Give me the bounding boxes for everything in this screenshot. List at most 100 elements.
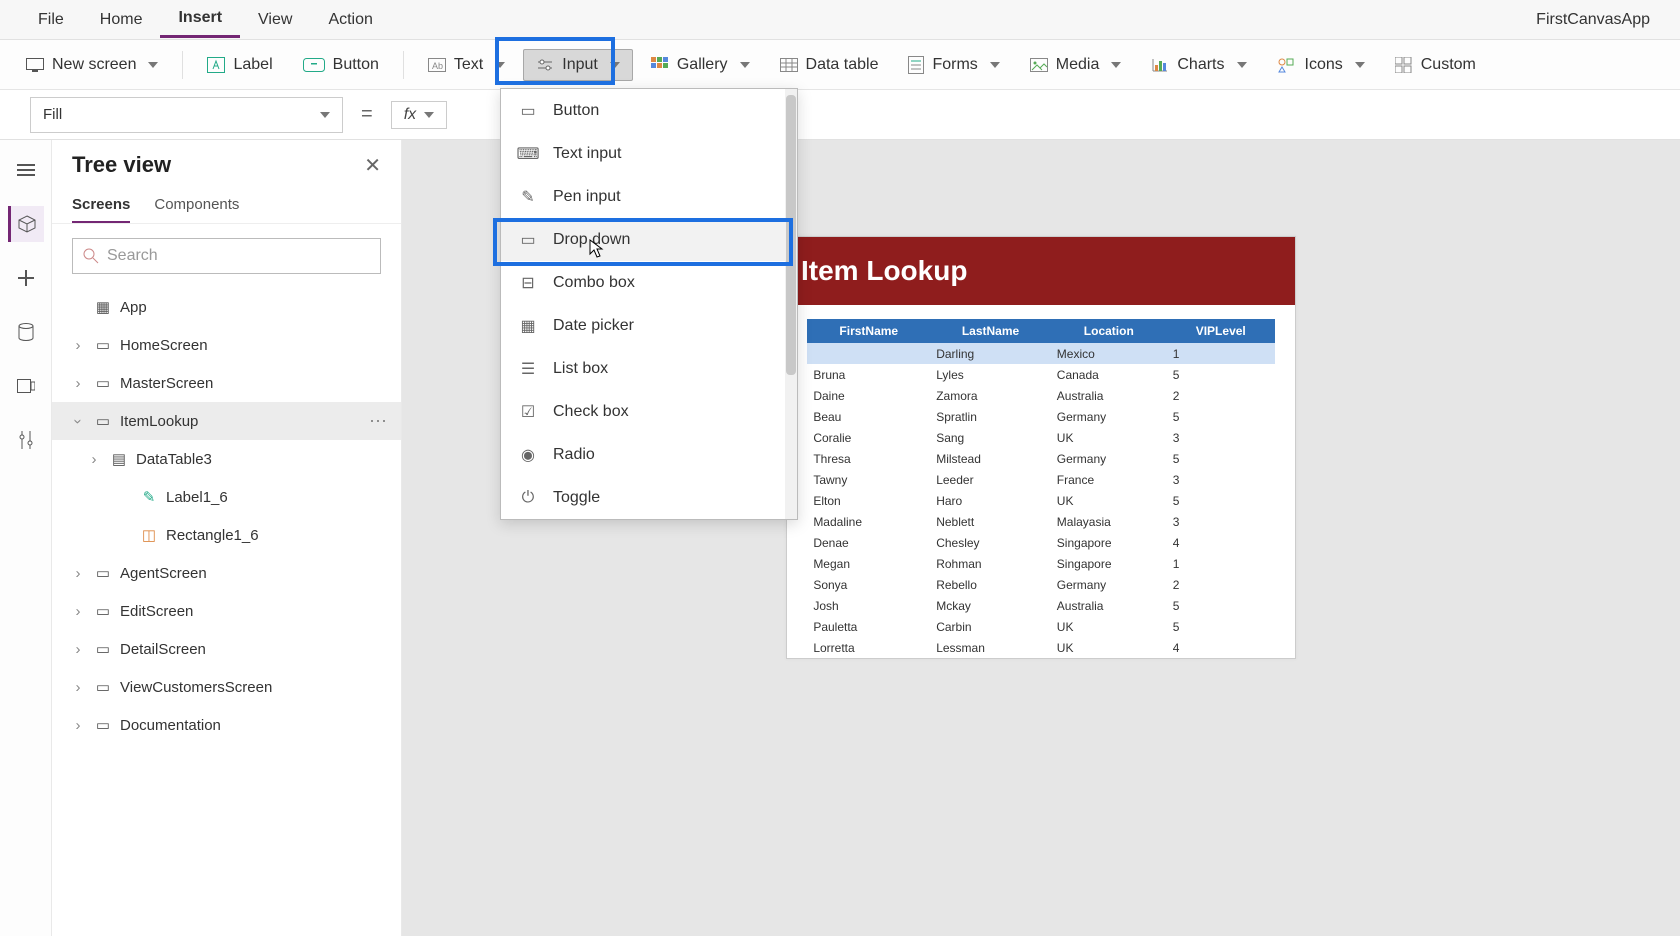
menu-home[interactable]: Home [82,3,161,37]
tree-node-datatable3[interactable]: ›▤DataTable3 [52,440,401,478]
tree-node-masterscreen[interactable]: ›▭MasterScreen [52,364,401,402]
table-cell: Madaline [807,511,930,532]
expand-icon[interactable]: › [70,717,86,734]
rail-hamburger[interactable] [8,152,44,188]
tree-list: ▦App ›▭HomeScreen ›▭MasterScreen ›▭ItemL… [52,282,401,750]
tree-node-rectangle1-6[interactable]: ◫Rectangle1_6 [52,516,401,554]
table-header[interactable]: FirstName [807,319,930,343]
dropdown-scrollbar[interactable] [785,89,797,519]
ribbon-text-label: Text [454,56,483,74]
table-cell: 3 [1167,511,1275,532]
ribbon-forms[interactable]: Forms [896,50,1011,80]
ribbon-media[interactable]: Media [1018,50,1134,80]
table-row[interactable]: DarlingMexico1 [807,343,1274,364]
ribbon: New screen Label Button Ab Text Input Ga… [0,40,1680,90]
table-row[interactable]: JoshMckayAustralia5 [807,595,1274,616]
tree-node-app[interactable]: ▦App [52,288,401,326]
more-options-button[interactable]: ⋯ [369,411,389,432]
listbox-icon: ☰ [517,359,539,379]
table-cell: UK [1051,616,1167,637]
rail-data[interactable] [8,314,44,350]
menu-item-label: Button [553,102,599,120]
expand-icon[interactable]: › [70,679,86,696]
ribbon-new-screen[interactable]: New screen [14,50,170,80]
menu-view[interactable]: View [240,3,310,37]
table-row[interactable]: SonyaRebelloGermany2 [807,574,1274,595]
ribbon-input[interactable]: Input [523,49,633,81]
menu-file[interactable]: File [20,3,82,37]
input-menu-list-box[interactable]: ☰List box [501,347,797,390]
input-menu-toggle[interactable]: ⏻Toggle [501,476,797,519]
table-cell: Mexico [1051,343,1167,364]
rail-tree-view[interactable] [8,206,44,242]
input-menu-text-input[interactable]: ⌨Text input [501,132,797,175]
input-menu-combo-box[interactable]: ⊟Combo box [501,261,797,304]
expand-icon[interactable]: › [70,603,86,620]
tree-node-homescreen[interactable]: ›▭HomeScreen [52,326,401,364]
table-row[interactable]: PaulettaCarbinUK5 [807,616,1274,637]
table-row[interactable]: TawnyLeederFrance3 [807,469,1274,490]
table-row[interactable]: DenaeChesleySingapore4 [807,532,1274,553]
input-menu-pen-input[interactable]: ✎Pen input [501,175,797,218]
table-header[interactable]: LastName [930,319,1051,343]
table-row[interactable]: BeauSpratlinGermany5 [807,406,1274,427]
input-menu-drop-down[interactable]: ▭Drop down [501,218,797,261]
chevron-down-icon [148,62,158,68]
property-selector[interactable]: Fill [30,97,343,133]
chevron-down-icon [424,112,434,118]
ribbon-text[interactable]: Ab Text [416,50,517,80]
tree-node-agentscreen[interactable]: ›▭AgentScreen [52,554,401,592]
tree-node-viewcustomers[interactable]: ›▭ViewCustomersScreen [52,668,401,706]
table-row[interactable]: EltonHaroUK5 [807,490,1274,511]
expand-icon[interactable]: › [70,641,86,658]
tree-node-editscreen[interactable]: ›▭EditScreen [52,592,401,630]
ribbon-custom[interactable]: Custom [1383,50,1488,80]
chevron-down-icon [990,62,1000,68]
tab-screens[interactable]: Screens [72,190,130,223]
tree-node-itemlookup[interactable]: ›▭ItemLookup⋯ [52,402,401,440]
table-row[interactable]: CoralieSangUK3 [807,427,1274,448]
ribbon-gallery[interactable]: Gallery [639,50,762,80]
tree-node-documentation[interactable]: ›▭Documentation [52,706,401,744]
rail-advanced[interactable] [8,422,44,458]
table-row[interactable]: LorrettaLessmanUK4 [807,637,1274,658]
tree-node-label1-6[interactable]: ✎Label1_6 [52,478,401,516]
rail-media[interactable] [8,368,44,404]
input-menu-date-picker[interactable]: ▦Date picker [501,304,797,347]
collapse-icon[interactable]: › [70,413,87,429]
menu-action[interactable]: Action [310,3,390,37]
table-row[interactable]: ThresaMilsteadGermany5 [807,448,1274,469]
table-cell: Mckay [930,595,1051,616]
close-panel-button[interactable]: ✕ [364,153,381,178]
separator [403,51,404,79]
expand-icon[interactable]: › [70,565,86,582]
fx-button[interactable]: fx [391,101,447,129]
separator [182,51,183,79]
ribbon-charts[interactable]: Charts [1139,50,1258,80]
table-row[interactable]: BrunaLylesCanada5 [807,364,1274,385]
ribbon-icons[interactable]: Icons [1265,50,1377,80]
input-menu-check-box[interactable]: ☑Check box [501,390,797,433]
scrollbar-thumb[interactable] [786,95,796,375]
table-row[interactable]: DaineZamoraAustralia2 [807,385,1274,406]
expand-icon[interactable]: › [70,337,86,354]
tree-node-detailscreen[interactable]: ›▭DetailScreen [52,630,401,668]
rail-insert[interactable] [8,260,44,296]
tree-search-input[interactable]: Search [72,238,381,274]
tab-components[interactable]: Components [154,190,239,223]
ribbon-button[interactable]: Button [291,50,391,80]
table-header[interactable]: Location [1051,319,1167,343]
screen-preview[interactable]: Item Lookup FirstNameLastNameLocationVIP… [786,236,1296,659]
input-menu-button[interactable]: ▭Button [501,89,797,132]
menu-insert[interactable]: Insert [160,1,240,38]
table-row[interactable]: MadalineNeblettMalayasia3 [807,511,1274,532]
expand-icon[interactable]: › [70,375,86,392]
expand-icon[interactable]: › [86,451,102,468]
ribbon-label[interactable]: Label [195,50,284,80]
table-row[interactable]: MeganRohmanSingapore1 [807,553,1274,574]
preview-data-table[interactable]: FirstNameLastNameLocationVIPLevel Darlin… [807,319,1274,658]
input-menu-radio[interactable]: ◉Radio [501,433,797,476]
table-header[interactable]: VIPLevel [1167,319,1275,343]
table-cell: Coralie [807,427,930,448]
ribbon-data-table[interactable]: Data table [768,50,891,80]
